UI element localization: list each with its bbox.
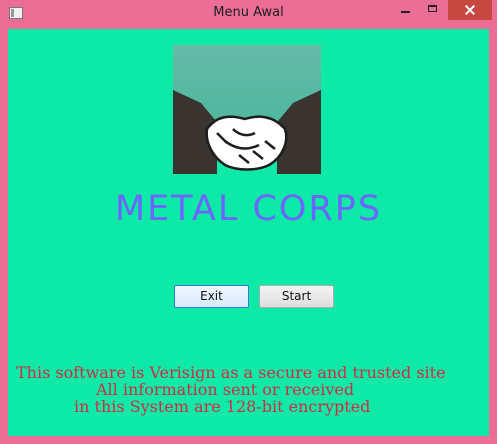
- close-button[interactable]: [448, 0, 492, 20]
- notice-line-1: This software is Verisign as a secure an…: [16, 363, 446, 382]
- notice-line-2: All information sent or received: [96, 380, 355, 399]
- maximize-button[interactable]: [419, 0, 445, 20]
- main-window: Menu Awal METAL CORPS Exit Start This so…: [0, 0, 497, 444]
- brand-name: METAL CORPS: [114, 189, 383, 229]
- notice-line-3: in this System are 128-bit encrypted: [74, 397, 371, 416]
- security-notice: This software is Verisign as a secure an…: [8, 364, 489, 415]
- title-bar[interactable]: Menu Awal: [0, 0, 497, 29]
- handshake-icon: [173, 45, 321, 174]
- content-panel: METAL CORPS Exit Start This software is …: [8, 29, 489, 436]
- exit-button[interactable]: Exit: [174, 285, 249, 308]
- minimize-button[interactable]: [392, 0, 418, 20]
- start-button[interactable]: Start: [259, 285, 334, 308]
